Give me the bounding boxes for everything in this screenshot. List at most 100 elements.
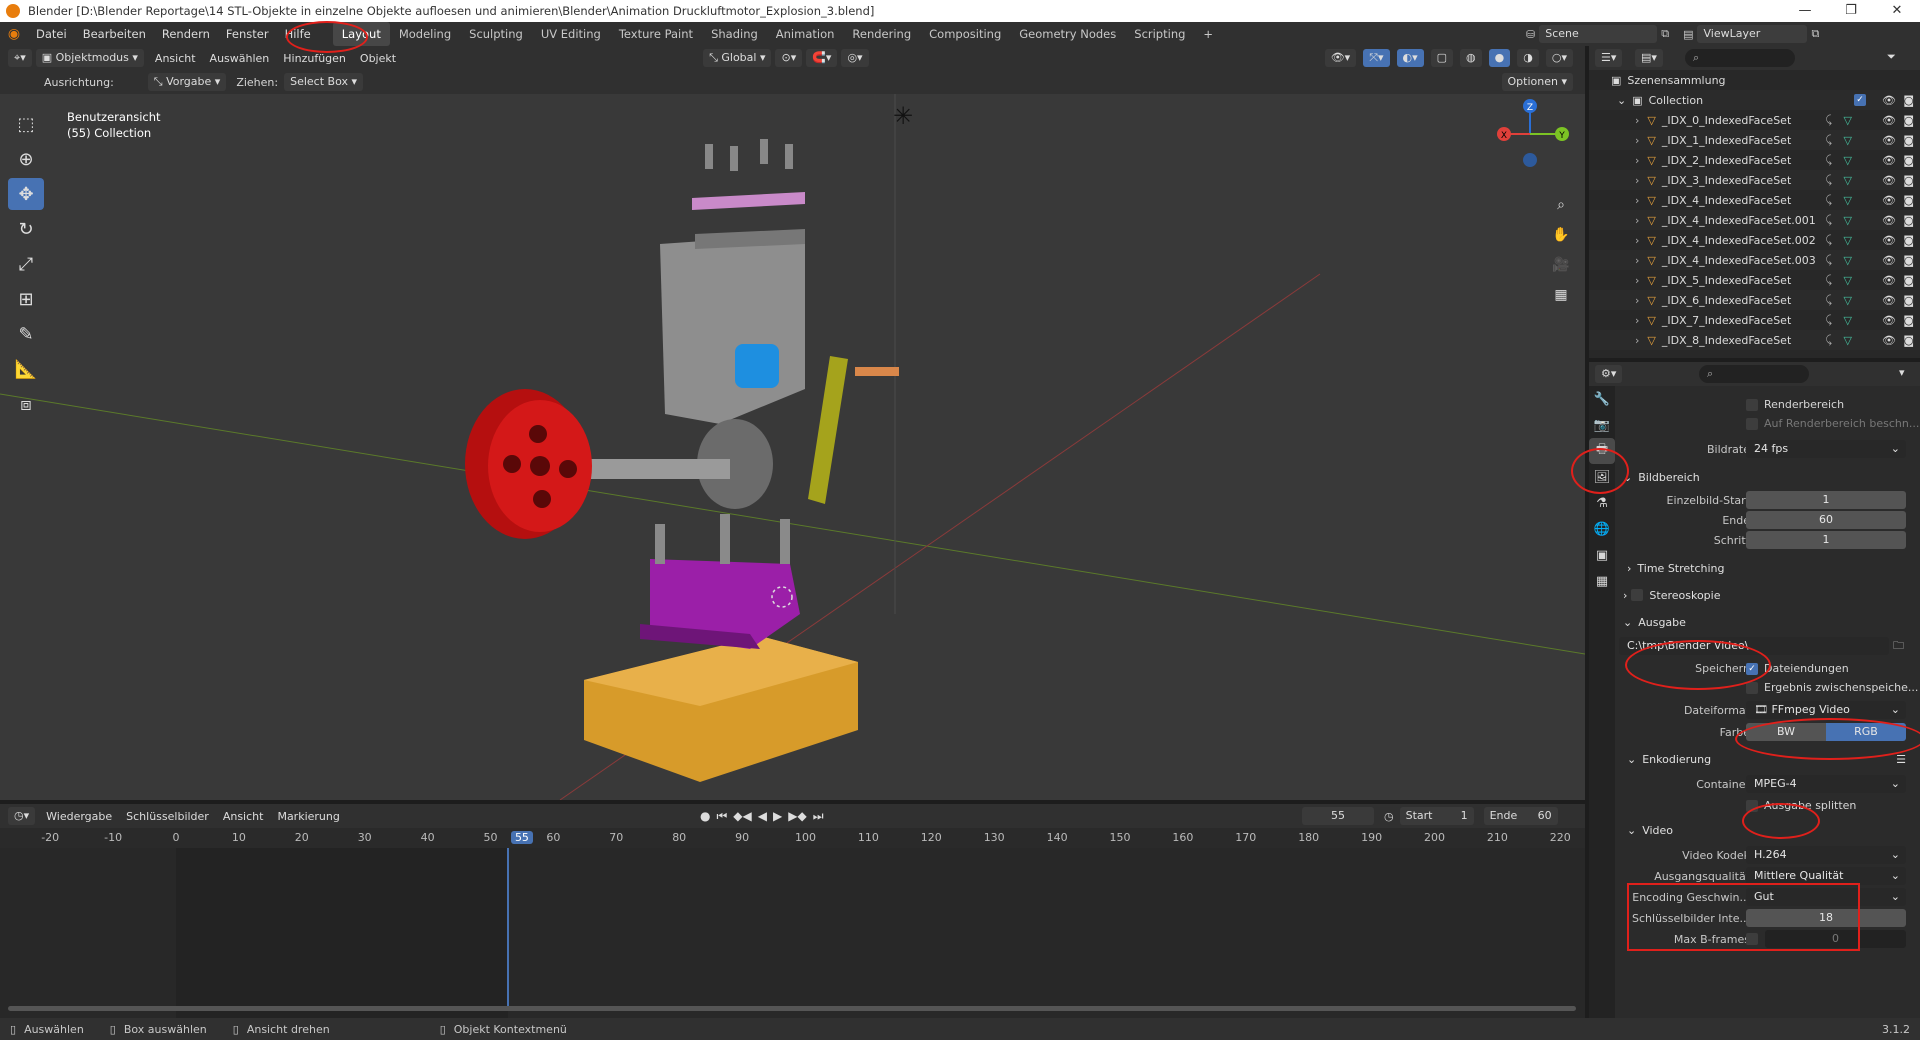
collection-row[interactable]: ⌄ ▣ Collection ✓ 👁 ◙ [1589, 90, 1920, 110]
camera-icon[interactable]: ◙ [1903, 134, 1914, 147]
tab-uv-editing[interactable]: UV Editing [532, 22, 610, 46]
jump-end-icon[interactable]: ⏭ [813, 809, 824, 824]
outliner-object-row[interactable]: › ▽ _IDX_1_IndexedFaceSet ⤹ ▽ 👁 ◙ [1589, 130, 1920, 150]
eye-icon[interactable]: 👁 [1882, 254, 1896, 267]
cursor-icon[interactable]: ⊕ [8, 143, 44, 175]
menu-file[interactable]: Datei [28, 22, 75, 46]
outliner-object-row[interactable]: › ▽ _IDX_2_IndexedFaceSet ⤹ ▽ 👁 ◙ [1589, 150, 1920, 170]
rotate-icon[interactable]: ↻ [8, 213, 44, 245]
new-scene-icon[interactable]: ⧉ [1661, 27, 1669, 41]
tab-layout[interactable]: Layout [332, 22, 390, 46]
eye-icon[interactable]: 👁 [1882, 234, 1896, 247]
camera-icon[interactable]: ◙ [1903, 194, 1914, 207]
container-dropdown[interactable]: MPEG-4 ⌄ [1746, 775, 1906, 793]
expand-arrow-icon[interactable]: › [1635, 174, 1639, 187]
camera-icon[interactable]: ◙ [1903, 174, 1914, 187]
jump-start-icon[interactable]: ⏮ [716, 809, 727, 824]
expand-arrow-icon[interactable]: › [1635, 254, 1639, 267]
play-icon[interactable]: ▶ [773, 809, 782, 824]
expand-arrow-icon[interactable]: › [1635, 234, 1639, 247]
tab-texture-paint[interactable]: Texture Paint [610, 22, 702, 46]
tab-shading[interactable]: Shading [702, 22, 767, 46]
outliner-object-row[interactable]: › ▽ _IDX_6_IndexedFaceSet ⤹ ▽ 👁 ◙ [1589, 290, 1920, 310]
outliner-object-row[interactable]: › ▽ _IDX_7_IndexedFaceSet ⤹ ▽ 👁 ◙ [1589, 310, 1920, 330]
outliner-object-row[interactable]: › ▽ _IDX_4_IndexedFaceSet ⤹ ▽ 👁 ◙ [1589, 190, 1920, 210]
end-frame-field[interactable]: Ende 60 [1483, 807, 1558, 825]
expand-arrow-icon[interactable]: › [1635, 274, 1639, 287]
tool-tab-icon[interactable]: 🔧 [1589, 386, 1615, 412]
expand-arrow-icon[interactable]: › [1635, 334, 1639, 347]
pan-hand-icon[interactable]: ✋ [1548, 222, 1574, 248]
collection-tab-icon[interactable]: ▣ [1589, 542, 1615, 568]
menu-window[interactable]: Fenster [218, 22, 277, 46]
measure-icon[interactable]: 📐 [8, 353, 44, 385]
camera-icon[interactable]: ◙ [1903, 234, 1914, 247]
menu-marker[interactable]: Markierung [270, 810, 346, 823]
solid-shading-icon[interactable]: ● [1488, 49, 1511, 67]
camera-icon[interactable]: ◙ [1903, 254, 1914, 267]
eye-icon[interactable]: 👁 [1882, 334, 1896, 347]
menu-select[interactable]: Auswählen [203, 52, 277, 65]
outliner-object-row[interactable]: › ▽ _IDX_3_IndexedFaceSet ⤹ ▽ 👁 ◙ [1589, 170, 1920, 190]
next-keyframe-icon[interactable]: ▶◆ [788, 809, 806, 824]
properties-options-icon[interactable]: ▾ [1899, 366, 1905, 379]
tab-scripting[interactable]: Scripting [1125, 22, 1194, 46]
close-button[interactable]: ✕ [1874, 0, 1920, 22]
playhead-line[interactable] [507, 848, 509, 1010]
camera-icon[interactable]: ◙ [1903, 114, 1914, 127]
orientation-selector[interactable]: ⤡ Vorgabe ▾ [147, 73, 227, 91]
frame-start-field[interactable]: 1 [1746, 491, 1906, 509]
overlay-icon[interactable]: ◐▾ [1396, 49, 1424, 67]
tab-sculpting[interactable]: Sculpting [460, 22, 532, 46]
color-rgb-button[interactable]: RGB [1826, 723, 1906, 741]
eye-icon[interactable]: 👁 [1882, 214, 1896, 227]
proportional-edit-icon[interactable]: ◎▾ [841, 49, 869, 67]
video-section[interactable]: ⌄ Video [1615, 819, 1920, 841]
tab-animation[interactable]: Animation [767, 22, 844, 46]
menu-object[interactable]: Objekt [353, 52, 403, 65]
eye-icon[interactable]: 👁 [1882, 94, 1896, 107]
prev-keyframe-icon[interactable]: ◆◀ [733, 809, 751, 824]
tab-compositing[interactable]: Compositing [920, 22, 1010, 46]
tab-modeling[interactable]: Modeling [390, 22, 460, 46]
max-bframes-checkbox[interactable] [1746, 933, 1758, 945]
timeline-editor-icon[interactable]: ◷▾ [8, 807, 36, 825]
timeline-area[interactable]: -20 -10 0 10 20 30 40 50 55 60 70 80 90 100 110 120 130 1… [0, 828, 1585, 1018]
properties-editor-icon[interactable]: ⚙▾ [1595, 365, 1623, 383]
menu-playback[interactable]: Wiedergabe [39, 810, 119, 823]
tab-rendering[interactable]: Rendering [843, 22, 920, 46]
rendered-shading-icon[interactable]: ○▾ [1545, 49, 1573, 67]
frame-end-field[interactable]: 60 [1746, 511, 1906, 529]
tab-geometry-nodes[interactable]: Geometry Nodes [1010, 22, 1125, 46]
scene-collection-row[interactable]: ▣ Szenensammlung [1589, 70, 1920, 90]
play-reverse-icon[interactable]: ◀ [758, 809, 767, 824]
outliner-object-row[interactable]: › ▽ _IDX_8_IndexedFaceSet ⤹ ▽ 👁 ◙ [1589, 330, 1920, 350]
maximize-button[interactable]: ❐ [1828, 0, 1874, 22]
outliner-object-row[interactable]: › ▽ _IDX_0_IndexedFaceSet ⤹ ▽ 👁 ◙ [1589, 110, 1920, 130]
add-workspace-button[interactable]: + [1194, 22, 1222, 46]
transform-orientation[interactable]: ⤡ Global ▾ [703, 49, 772, 67]
cache-result-checkbox[interactable] [1746, 681, 1758, 694]
options-button[interactable]: Optionen ▾ [1501, 73, 1573, 91]
texture-tab-icon[interactable]: ▦ [1589, 568, 1615, 594]
world-tab-icon[interactable]: 🌐 [1589, 516, 1615, 542]
eye-icon[interactable]: 👁 [1882, 294, 1896, 307]
framerate-dropdown[interactable]: 24 fps ⌄ [1746, 440, 1906, 458]
stereoscopy-section[interactable]: › Stereoskopie [1615, 584, 1920, 606]
outliner-object-row[interactable]: › ▽ _IDX_5_IndexedFaceSet ⤹ ▽ 👁 ◙ [1589, 270, 1920, 290]
encoding-speed-dropdown[interactable]: Gut ⌄ [1746, 888, 1906, 906]
gizmo-icon[interactable]: ⤧▾ [1363, 49, 1390, 67]
file-format-dropdown[interactable]: 🎞 FFmpeg Video ⌄ [1746, 701, 1906, 719]
camera-icon[interactable]: ◙ [1903, 334, 1914, 347]
max-bframes-field[interactable]: 0 [1765, 930, 1906, 948]
menu-help[interactable]: Hilfe [277, 22, 319, 46]
expand-arrow-icon[interactable]: › [1635, 134, 1639, 147]
filter-icon[interactable]: ⏷ [1887, 50, 1896, 64]
select-box-icon[interactable]: ⬚ [8, 108, 44, 140]
folder-icon[interactable]: 🗀 [1893, 637, 1904, 656]
output-quality-dropdown[interactable]: Mittlere Qualität ⌄ [1746, 867, 1906, 885]
zoom-icon[interactable]: ⌕ [1548, 192, 1574, 218]
view-layer-selector[interactable]: ViewLayer [1697, 25, 1808, 43]
camera-icon[interactable]: ◙ [1903, 94, 1914, 107]
menu-edit[interactable]: Bearbeiten [75, 22, 154, 46]
